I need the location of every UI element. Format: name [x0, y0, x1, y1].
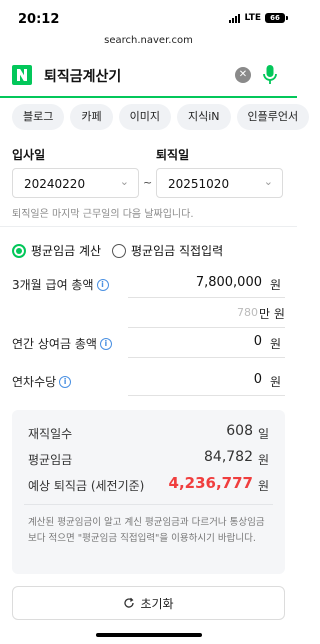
- chevron-down-icon: ⌄: [119, 175, 129, 188]
- leave-label: 연차수당: [12, 375, 57, 389]
- radio-average-direct[interactable]: 평균임금 직접입력: [112, 242, 223, 259]
- bonus-underline: [128, 357, 285, 358]
- radio-selected-icon: [12, 243, 26, 258]
- search-bar: 퇴직금계산기 ✕: [0, 52, 297, 98]
- date-note: 퇴직일은 마지막 근무일의 다음 날짜입니다.: [12, 209, 194, 220]
- mic-icon[interactable]: [262, 64, 278, 86]
- status-bar: 20:12 LTE 66: [0, 0, 297, 32]
- salary-unit: 원: [270, 278, 282, 292]
- leave-unit: 원: [270, 375, 282, 389]
- search-input[interactable]: 퇴직금계산기: [44, 66, 121, 86]
- average-wage-label: 평균임금: [28, 453, 73, 467]
- battery-icon: 66: [265, 13, 288, 23]
- leave-input[interactable]: 0: [140, 372, 262, 387]
- divider: [0, 226, 297, 227]
- severance-label: 예상 퇴직금 (세전기준): [28, 479, 145, 493]
- salary-input[interactable]: 7,800,000: [140, 275, 262, 290]
- home-indicator: [96, 633, 202, 637]
- search-tabs: 블로그 카페 이미지 지식iN 인플루언서: [12, 104, 310, 130]
- days-value: 608: [226, 423, 253, 439]
- info-icon[interactable]: i: [96, 278, 109, 291]
- tab-kin[interactable]: 지식iN: [177, 104, 231, 130]
- network-label: LTE: [244, 13, 261, 23]
- clear-icon[interactable]: ✕: [235, 67, 251, 83]
- result-note: 계산된 평균임금이 알고 계신 평균임금과 다르거나 통상임금보다 적으면 "평…: [28, 517, 265, 544]
- result-divider: [24, 504, 273, 505]
- leave-underline: [128, 395, 285, 396]
- average-wage-unit: 원: [257, 453, 269, 467]
- bonus-input[interactable]: 0: [140, 334, 262, 349]
- salary-hint-value: 780: [237, 306, 258, 319]
- tab-cafe[interactable]: 카페: [70, 104, 113, 130]
- salary-label-row: 3개월 급여 총액 i: [12, 276, 109, 293]
- salary-hint-underline: [128, 327, 285, 328]
- salary-label: 3개월 급여 총액: [12, 278, 94, 292]
- date-separator: ~: [143, 176, 153, 189]
- leave-label-row: 연차수당 i: [12, 373, 72, 390]
- radio-unselected-icon: [112, 243, 126, 258]
- salary-underline: [128, 297, 285, 298]
- severance-value: 4,236,777: [168, 474, 253, 492]
- url-bar[interactable]: search.naver.com: [0, 35, 297, 46]
- signal-icon: [229, 13, 241, 23]
- days-unit: 일: [257, 427, 269, 441]
- end-date-label: 퇴직일: [156, 148, 190, 162]
- tab-blog[interactable]: 블로그: [12, 104, 65, 130]
- chevron-down-icon: ⌄: [263, 175, 273, 188]
- average-wage-value: 84,782: [204, 449, 253, 465]
- end-date-select[interactable]: 20251020 ⌄: [156, 168, 283, 198]
- bonus-label: 연간 상여금 총액: [12, 337, 97, 351]
- result-panel: 재직일수 608 일 평균임금 84,782 원 예상 퇴직금 (세전기준) 4…: [12, 410, 285, 574]
- tab-image[interactable]: 이미지: [118, 104, 171, 130]
- salary-hint-unit: 만 원: [259, 307, 285, 321]
- start-date-value: 20240220: [24, 177, 86, 191]
- tab-influencer[interactable]: 인플루언서: [236, 104, 310, 130]
- end-date-value: 20251020: [168, 177, 230, 191]
- status-icons: LTE 66: [229, 13, 288, 23]
- bonus-unit: 원: [270, 337, 282, 351]
- bonus-label-row: 연간 상여금 총액 i: [12, 335, 112, 352]
- radio-average-calc-label: 평균임금 계산: [31, 244, 102, 258]
- severance-unit: 원: [257, 479, 269, 493]
- days-label: 재직일수: [28, 427, 73, 441]
- start-date-select[interactable]: 20240220 ⌄: [12, 168, 139, 198]
- start-date-label: 입사일: [12, 148, 46, 162]
- reset-label: 초기화: [140, 596, 174, 611]
- reset-button[interactable]: 초기화: [12, 586, 285, 620]
- naver-logo-icon[interactable]: [12, 65, 32, 85]
- radio-average-direct-label: 평균임금 직접입력: [131, 244, 224, 258]
- info-icon[interactable]: i: [99, 337, 112, 350]
- refresh-icon: [124, 597, 135, 608]
- clock: 20:12: [18, 12, 60, 27]
- radio-average-calc[interactable]: 평균임금 계산: [12, 242, 101, 259]
- info-icon[interactable]: i: [59, 375, 72, 388]
